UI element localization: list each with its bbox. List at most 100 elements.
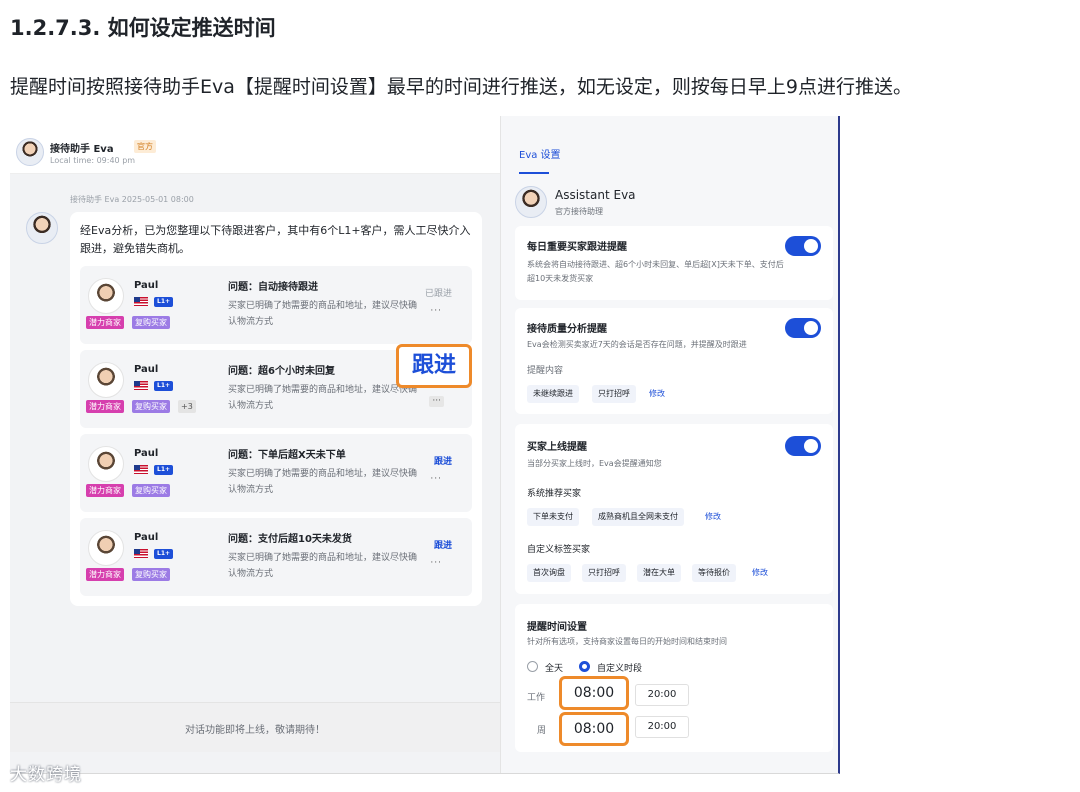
quality-reminder-toggle[interactable]: [785, 318, 821, 338]
tag-potential: 潜力商家: [86, 316, 124, 329]
tag-repurchase: 复购买家: [132, 484, 170, 497]
more-icon[interactable]: ···: [429, 396, 444, 407]
message-text: 经Eva分析，已为您整理以下待跟进客户，其中有6个L1+客户，需人工尽快介入跟进…: [80, 224, 471, 255]
card-description: 买家已明确了她需要的商品和地址，建议尽快确认物流方式: [228, 469, 418, 495]
section-description: 针对所有选项，支持商家设置每日的开始时间和结束时间: [527, 637, 727, 646]
tab-eva-settings[interactable]: Eva 设置: [519, 146, 561, 161]
radio-custom-period[interactable]: [579, 661, 590, 672]
level-badge: L1+: [154, 297, 174, 307]
card-description: 买家已明确了她需要的商品和地址，建议尽快确认物流方式: [228, 385, 418, 411]
section-description: Eva会检测买卖家近7天的会话是否存在问题，并提醒及时跟进: [527, 340, 747, 349]
card-description: 买家已明确了她需要的商品和地址，建议尽快确认物流方式: [228, 553, 418, 579]
customer-name: Paul: [134, 364, 159, 375]
local-time: Local time: 09:40 pm: [50, 156, 136, 165]
card-question: 问题：支付后超10天未发货: [228, 534, 352, 545]
online-reminder-toggle[interactable]: [785, 436, 821, 456]
chip-not-followed: 未继续跟进: [527, 385, 579, 403]
customer-card[interactable]: Paul L1+ 潜力商家 复购买家 问题：下单后超X天未下单 买家已明确了她需…: [80, 434, 472, 512]
section-description: 当部分买家上线时，Eva会提醒通知您: [527, 459, 662, 468]
radio-all-day[interactable]: [527, 661, 538, 672]
chip-big-order: 潜在大单: [637, 564, 681, 582]
section-title: 每日重要买家跟进提醒: [527, 242, 627, 253]
message-meta: 接待助手 Eva 2025-05-01 08:00: [70, 195, 194, 204]
tag-repurchase: 复购买家: [132, 400, 170, 413]
followed-status: 已跟进: [424, 289, 452, 299]
card-question: 问题：自动接待跟进: [228, 282, 318, 293]
daily-reminder-toggle[interactable]: [785, 236, 821, 256]
weekend-end-time[interactable]: 20:00: [635, 716, 689, 738]
us-flag-icon: [134, 465, 148, 474]
chat-title: 接待助手 Eva: [50, 144, 114, 155]
edit-link[interactable]: 修改: [752, 564, 768, 582]
watermark-logo: 大数跨境: [10, 765, 82, 785]
follow-up-button[interactable]: 跟进: [434, 538, 452, 551]
section-online-reminder: 买家上线提醒 当部分买家上线时，Eva会提醒通知您 系统推荐买家 下单未支付 成…: [515, 424, 833, 594]
chip-greeting-only: 只打招呼: [582, 564, 626, 582]
level-badge: L1+: [154, 549, 174, 559]
message-bubble: 经Eva分析，已为您整理以下待跟进客户，其中有6个L1+客户，需人工尽快介入跟进…: [70, 212, 482, 606]
chip-unpaid: 下单未支付: [527, 508, 579, 526]
doc-paragraph: 提醒时间按照接待助手Eva【提醒时间设置】最早的时间进行推送，如无设定，则按每日…: [10, 76, 912, 98]
workday-label: 工作: [527, 693, 546, 703]
chip-greeting-only: 只打招呼: [592, 385, 636, 403]
highlighted-follow-up-button[interactable]: 跟进: [396, 344, 472, 388]
message-avatar: [26, 212, 58, 244]
chip-first-inquiry: 首次询盘: [527, 564, 571, 582]
weekend-label: 周: [537, 726, 547, 736]
customer-avatar: [88, 278, 124, 314]
follow-up-button[interactable]: 跟进: [434, 454, 452, 467]
us-flag-icon: [134, 297, 148, 306]
customer-avatar: [88, 446, 124, 482]
level-badge: L1+: [154, 465, 174, 475]
tag-potential: 潜力商家: [86, 400, 124, 413]
customer-name: Paul: [134, 280, 159, 291]
edit-link[interactable]: 修改: [649, 385, 665, 403]
section-description: 系统会将自动接待跟进、超6个小时未回复、单后超[X]天未下单、支付后超10天未发…: [527, 260, 784, 283]
tag-potential: 潜力商家: [86, 568, 124, 581]
chat-footer: 对话功能即将上线，敬请期待！: [10, 702, 500, 752]
edit-link[interactable]: 修改: [705, 508, 721, 526]
more-icon[interactable]: ···: [430, 558, 442, 568]
customer-card[interactable]: Paul L1+ 潜力商家 复购买家 问题：自动接待跟进 买家已明确了她需要的商…: [80, 266, 472, 344]
section-title: 提醒时间设置: [527, 622, 587, 633]
assistant-avatar: [16, 138, 44, 166]
more-icon[interactable]: ···: [430, 474, 442, 484]
chat-header: 接待助手 Eva 官方 Local time: 09:40 pm: [10, 116, 500, 174]
official-badge: 官方: [134, 140, 156, 153]
screenshot-frame: 接待助手 Eva 官方 Local time: 09:40 pm 接待助手 Ev…: [10, 116, 840, 774]
customer-card[interactable]: Paul L1+ 潜力商家 复购买家 问题：支付后超10天未发货 买家已明确了她…: [80, 518, 472, 596]
radio-custom-label: 自定义时段: [597, 664, 643, 674]
radio-all-day-label: 全天: [545, 664, 564, 674]
card-question: 问题：下单后超X天未下单: [228, 450, 346, 461]
chip-mature-unpaid: 成熟商机且全网未支付: [592, 508, 684, 526]
more-icon[interactable]: ···: [430, 306, 442, 316]
custom-label: 自定义标签买家: [527, 545, 591, 555]
section-quality-reminder: 接待质量分析提醒 Eva会检测买卖家近7天的会话是否存在问题，并提醒及时跟进 提…: [515, 308, 833, 414]
section-time-settings: 提醒时间设置 针对所有选项，支持商家设置每日的开始时间和结束时间 全天 自定义时…: [515, 604, 833, 752]
customer-name: Paul: [134, 532, 159, 543]
customer-avatar: [88, 362, 124, 398]
tag-repurchase: 复购买家: [132, 568, 170, 581]
assistant-name: Assistant Eva: [555, 188, 636, 202]
chat-panel: 接待助手 Eva 官方 Local time: 09:40 pm 接待助手 Ev…: [10, 116, 500, 773]
section-daily-reminder: 每日重要买家跟进提醒 系统会将自动接待跟进、超6个小时未回复、单后超[X]天未下…: [515, 226, 833, 300]
tag-potential: 潜力商家: [86, 484, 124, 497]
assistant-avatar: [515, 186, 547, 218]
tag-repurchase: 复购买家: [132, 316, 170, 329]
section-title: 买家上线提醒: [527, 442, 587, 453]
customer-avatar: [88, 530, 124, 566]
tag-more-count[interactable]: +3: [178, 400, 196, 413]
workday-start-time[interactable]: 08:00: [559, 676, 629, 710]
recommended-label: 系统推荐买家: [527, 489, 582, 499]
us-flag-icon: [134, 381, 148, 390]
doc-heading: 1.2.7.3. 如何设定推送时间: [10, 16, 276, 40]
card-description: 买家已明确了她需要的商品和地址，建议尽快确认物流方式: [228, 301, 418, 327]
section-title: 接待质量分析提醒: [527, 324, 607, 335]
settings-panel: Eva 设置 Assistant Eva 官方接待助理 每日重要买家跟进提醒 系…: [500, 116, 838, 773]
us-flag-icon: [134, 549, 148, 558]
workday-end-time[interactable]: 20:00: [635, 684, 689, 706]
content-label: 提醒内容: [527, 366, 564, 376]
level-badge: L1+: [154, 381, 174, 391]
weekend-start-time[interactable]: 08:00: [559, 712, 629, 746]
footer-notice: 对话功能即将上线，敬请期待！: [185, 725, 325, 736]
